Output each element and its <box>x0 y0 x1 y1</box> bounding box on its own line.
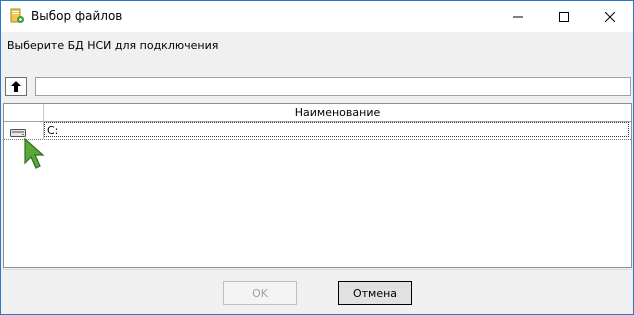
maximize-icon <box>559 11 569 22</box>
arrow-up-icon <box>11 81 21 92</box>
title-bar: Выбор файлов <box>1 1 633 32</box>
prompt-label: Выберите БД НСИ для подключения <box>7 39 219 52</box>
minimize-button[interactable] <box>495 1 541 32</box>
column-header-name[interactable]: Наименование <box>44 104 631 121</box>
table-row[interactable]: C: <box>4 122 631 140</box>
row-indicator-header <box>4 104 44 121</box>
footer-separator <box>1 269 633 270</box>
file-chooser-window: Выбор файлов Выберите БД НСИ для подключ… <box>0 0 634 315</box>
minimize-icon <box>513 16 523 17</box>
grid-header: Наименование <box>4 104 631 122</box>
path-input[interactable] <box>35 77 631 96</box>
mouse-pointer-icon <box>24 137 45 169</box>
ok-button[interactable]: OK <box>223 281 297 305</box>
up-level-button[interactable] <box>5 77 27 96</box>
close-icon <box>605 11 615 22</box>
row-name-cell[interactable]: C: <box>44 122 629 137</box>
close-button[interactable] <box>587 1 633 32</box>
files-grid[interactable]: Наименование C: <box>3 103 632 268</box>
app-folder-icon <box>9 8 25 24</box>
cancel-button[interactable]: Отмена <box>338 281 412 305</box>
window-title: Выбор файлов <box>31 9 123 23</box>
maximize-button[interactable] <box>541 1 587 32</box>
